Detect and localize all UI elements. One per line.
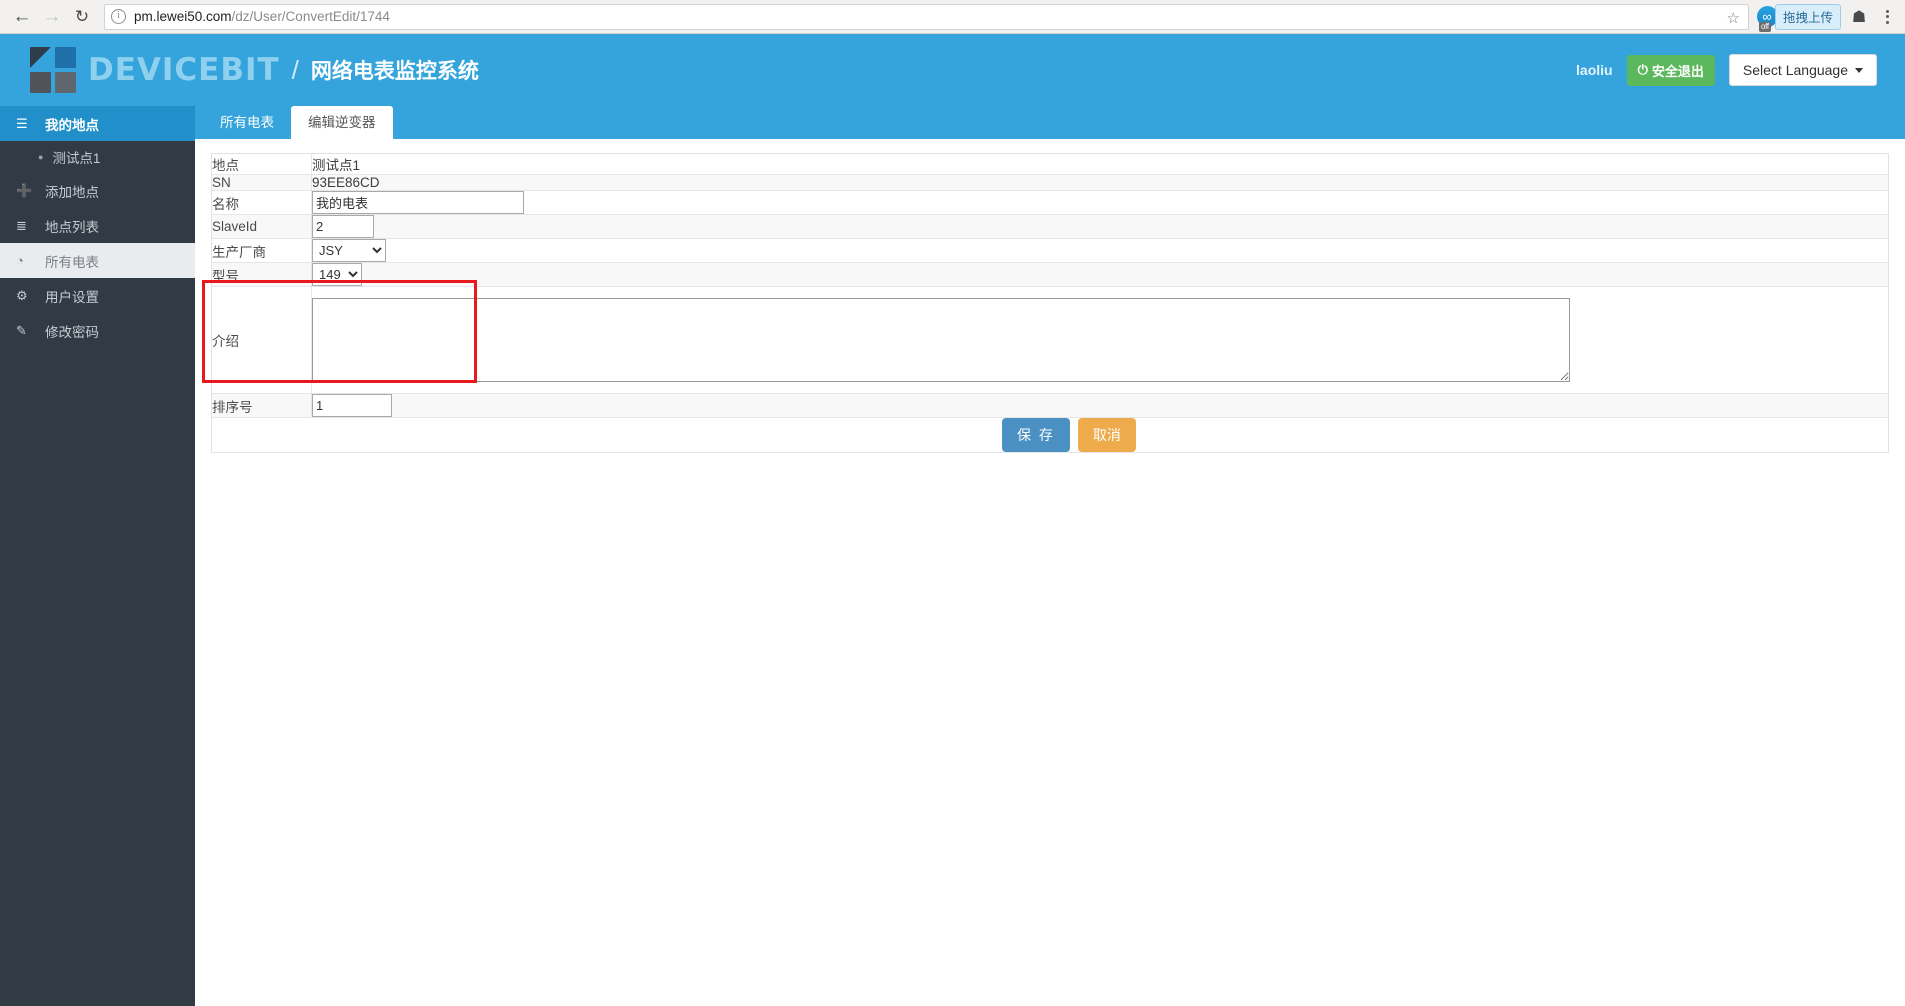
app-subtitle: 网络电表监控系统	[310, 60, 479, 83]
tab-edit-inverter[interactable]: 编辑逆变器	[291, 106, 393, 139]
forward-arrow-icon[interactable]: →	[37, 2, 67, 32]
manufacturer-select[interactable]: JSY	[312, 239, 386, 262]
url-domain: pm.lewei50.com	[134, 9, 232, 24]
baidu-netdisk-extension-icon[interactable]: ∞ off 拖拽上传	[1753, 2, 1842, 32]
name-label: 名称	[211, 190, 312, 215]
site-label: 地点	[211, 153, 312, 175]
navbar-right: laoliu ⏻ 安全退出 Select Language	[1576, 54, 1877, 86]
kebab-dots	[1885, 9, 1889, 24]
sidebar-item-add-site[interactable]: ➕ 添加地点	[0, 173, 195, 208]
power-icon: ⏻	[1637, 62, 1648, 77]
extensions-area: ∞ off 拖拽上传 ✂ ☗	[1753, 0, 1905, 34]
tab-all-meters[interactable]: 所有电表	[203, 106, 291, 139]
sidebar-subitem-test-site-1[interactable]: ● 测试点1	[0, 141, 195, 173]
brand-separator: /	[291, 54, 299, 85]
logout-label: 安全退出	[1651, 63, 1704, 79]
sidebar-item-label: 用户设置	[45, 289, 99, 305]
sidebar-subitem-label: 测试点1	[52, 151, 101, 166]
sidebar-item-label: 地点列表	[45, 219, 99, 235]
app-navbar: DEVICEBIT / 网络电表监控系统 laoliu ⏻ 安全退出 Selec…	[0, 34, 1905, 106]
edit-icon: ✎	[16, 322, 27, 338]
extension-tooltip: 拖拽上传	[1775, 3, 1842, 30]
url-text: pm.lewei50.com/dz/User/ConvertEdit/1744	[134, 9, 390, 24]
select-language-dropdown[interactable]: Select Language	[1728, 54, 1877, 86]
shield-extension-icon[interactable]: ☗	[1845, 2, 1873, 32]
sidebar-item-label: 所有电表	[45, 254, 99, 270]
sn-value: 93EE86CD	[312, 175, 380, 190]
model-label: 型号	[211, 262, 312, 287]
kebab-menu-icon[interactable]	[1873, 2, 1901, 32]
back-arrow-icon[interactable]: ←	[7, 2, 37, 32]
intro-textarea[interactable]	[312, 298, 1570, 382]
edit-inverter-form: 地点 测试点1 SN 93EE86CD 名称 SlaveId 生产厂商	[211, 153, 1889, 453]
brand-name: DEVICEBIT	[88, 52, 280, 88]
name-input[interactable]	[312, 191, 524, 214]
table-row-sn: SN 93EE86CD	[211, 174, 1889, 191]
brand-logo[interactable]: DEVICEBIT / 网络电表监控系统	[30, 47, 479, 93]
main-content: 所有电表 编辑逆变器 地点 测试点1 SN 93EE86CD 名称 SlaveI…	[195, 106, 1905, 1006]
tab-bar: 所有电表 编辑逆变器	[195, 106, 1905, 139]
manufacturer-label: 生产厂商	[211, 238, 312, 263]
table-row-manufacturer: 生产厂商 JSY	[211, 238, 1889, 263]
sidebar-item-label: 修改密码	[45, 324, 99, 340]
sidebar: ☰ 我的地点 ● 测试点1 ➕ 添加地点 ≣ 地点列表 ◔ 所有电表 ⚙ 用户设…	[0, 106, 195, 1006]
list-lines-icon: ≣	[16, 217, 27, 233]
plus-icon: ➕	[16, 182, 33, 198]
gear-icon: ⚙	[16, 287, 28, 303]
sidebar-item-my-sites[interactable]: ☰ 我的地点	[0, 106, 195, 141]
table-row-name: 名称	[211, 190, 1889, 215]
table-row-model: 型号 149	[211, 262, 1889, 287]
logout-button[interactable]: ⏻ 安全退出	[1626, 54, 1715, 86]
shield-glyph: ☗	[1851, 8, 1867, 26]
cancel-button[interactable]: 取消	[1077, 418, 1136, 452]
extension-off-badge: off	[1759, 21, 1771, 32]
sidebar-item-all-meters[interactable]: ◔ 所有电表	[0, 243, 195, 278]
order-label: 排序号	[211, 393, 312, 418]
chevron-down-icon	[1855, 67, 1863, 73]
table-row-actions: 保 存 取消	[211, 418, 1889, 453]
username-label[interactable]: laoliu	[1576, 62, 1613, 78]
sidebar-item-change-password[interactable]: ✎ 修改密码	[0, 313, 195, 348]
sidebar-item-label: 我的地点	[45, 117, 99, 133]
sidebar-item-label: 添加地点	[45, 184, 99, 200]
table-row-site: 地点 测试点1	[211, 153, 1889, 175]
save-button[interactable]: 保 存	[1002, 418, 1070, 452]
meter-icon: ◔	[16, 253, 24, 268]
table-row-intro: 介绍	[211, 286, 1889, 394]
bullet-icon: ●	[38, 152, 44, 162]
site-value: 测试点1	[312, 158, 361, 173]
bookmark-star-icon[interactable]: ☆	[1727, 9, 1740, 27]
intro-label: 介绍	[211, 286, 312, 394]
slaveid-input[interactable]	[312, 215, 374, 238]
table-row-slaveid: SlaveId	[211, 214, 1889, 239]
address-bar[interactable]: i pm.lewei50.com/dz/User/ConvertEdit/174…	[104, 3, 1749, 30]
list-icon: ☰	[16, 115, 28, 131]
sn-label: SN	[211, 174, 312, 191]
reload-icon[interactable]: ↻	[67, 2, 97, 32]
language-label: Select Language	[1742, 62, 1848, 78]
table-row-order: 排序号	[211, 393, 1889, 418]
sidebar-item-user-settings[interactable]: ⚙ 用户设置	[0, 278, 195, 313]
site-info-icon[interactable]: i	[111, 9, 126, 24]
sidebar-item-site-list[interactable]: ≣ 地点列表	[0, 208, 195, 243]
devicebit-logo-icon	[30, 47, 76, 93]
slaveid-label: SlaveId	[211, 214, 312, 239]
action-buttons: 保 存 取消	[212, 418, 1888, 452]
model-select[interactable]: 149	[312, 263, 362, 286]
order-input[interactable]	[312, 394, 392, 417]
url-path: /dz/User/ConvertEdit/1744	[231, 9, 390, 24]
form-wrapper: 地点 测试点1 SN 93EE86CD 名称 SlaveId 生产厂商	[195, 139, 1905, 453]
browser-toolbar: ← → ↻ i pm.lewei50.com/dz/User/ConvertEd…	[0, 0, 1905, 34]
